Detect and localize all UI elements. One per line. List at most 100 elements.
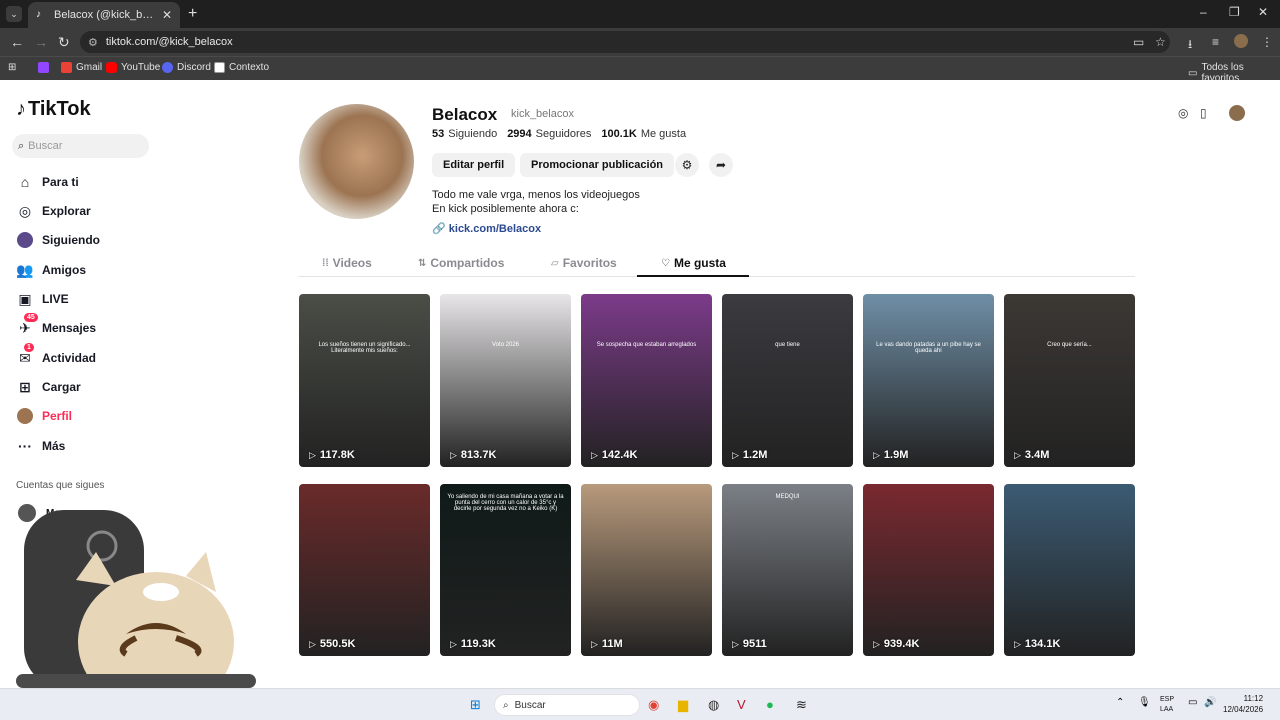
restore-icon[interactable]: ❐ (1229, 5, 1240, 19)
video-card[interactable]: Los sueños tienen un significado... Lite… (299, 294, 430, 467)
video-card[interactable]: Voto 2026 ▷ 813.7K (440, 294, 571, 467)
tray-chevron-icon[interactable]: ⌃ (1116, 697, 1124, 708)
volume-icon[interactable]: 🔊 (1204, 697, 1216, 708)
sidebar-item-cargar[interactable]: ⊞ Cargar (16, 378, 81, 396)
view-count: 3.4M (1024, 449, 1050, 461)
play-icon: ▷ (873, 638, 880, 649)
search-input[interactable]: ⌕ Buscar (12, 134, 149, 158)
video-views: ▷ 9511 (732, 638, 767, 650)
reading-list-icon[interactable]: ≡ (1212, 35, 1219, 49)
video-card[interactable]: ▷ 11M (581, 484, 712, 656)
clock-time: 11:12 (1243, 694, 1264, 703)
forward-icon[interactable]: → (34, 34, 48, 50)
promote-post-button[interactable]: Promocionar publicación (520, 153, 675, 177)
play-icon: ▷ (450, 449, 457, 460)
sidebar-item-live[interactable]: ▣ LIVE (16, 290, 68, 308)
close-window-icon[interactable]: ✕ (1258, 5, 1268, 19)
video-card[interactable]: que tiene ▷ 1.2M (722, 294, 853, 467)
device-icon[interactable]: ▯ (1200, 106, 1207, 120)
sidebar-item-label: Para ti (42, 175, 79, 189)
video-card[interactable]: ▷ 134.1K (1004, 484, 1135, 656)
sidebar-item-siguiendo[interactable]: Siguiendo (16, 231, 100, 249)
bookmark-twitch[interactable] (38, 62, 53, 73)
bookmark-gmail[interactable]: Gmail (61, 62, 102, 73)
tiktok-logo[interactable]: ♪ TikTok (16, 98, 91, 121)
download-icon[interactable]: ⭳ (1188, 35, 1192, 56)
share-icon[interactable]: ➦ (709, 153, 733, 177)
following-icon (16, 231, 34, 249)
chrome-menu-icon[interactable]: ⋮ (1261, 35, 1273, 49)
valorant-icon[interactable]: V (737, 697, 746, 712)
profile-tabs: ⁞⁞ Videos ⇅ Compartidos ▱ Favoritos ♡ Me gus… (299, 250, 1135, 277)
sidebar-item-actividad[interactable]: ✉ 1 Actividad (16, 343, 97, 367)
view-count: 9511 (742, 638, 767, 650)
chrome-icon[interactable]: ◉ (648, 697, 659, 713)
file-explorer-icon[interactable]: ▆ (678, 697, 688, 713)
search-icon: ⌕ (503, 699, 509, 711)
sidebar-item-amigos[interactable]: 👥 Amigos (16, 261, 86, 279)
video-card[interactable]: ▷ 550.5K (299, 484, 430, 656)
followers-stat[interactable]: 2994 Seguidores (507, 128, 591, 140)
profile-bio: Todo me vale vrga, menos los videojuegos… (432, 188, 640, 216)
browser-profile-avatar[interactable] (1234, 34, 1248, 48)
bookmark-discord[interactable]: Discord (162, 62, 211, 73)
tab-label: Favoritos (562, 256, 617, 270)
view-count: 117.8K (319, 449, 355, 461)
activity-badge: 1 (24, 343, 34, 352)
minimize-icon[interactable]: – (1200, 5, 1207, 19)
sidebar-item-explorar[interactable]: ◎ Explorar (16, 202, 91, 220)
microphone-icon[interactable]: 🎙 (1138, 697, 1151, 708)
bookmark-youtube[interactable]: YouTube (106, 62, 160, 73)
address-bar[interactable]: ⚙ tiktok.com/@kick_belacox (80, 31, 1170, 53)
video-card[interactable]: Creo que sería... ▷ 3.4M (1004, 294, 1135, 467)
app-icon[interactable]: ≋ (796, 697, 807, 713)
profile-stats: 53 Siguiendo 2994 Seguidores 100.1K Me gust… (432, 128, 686, 140)
sidebar-item-label: Perfil (42, 409, 73, 423)
reload-icon[interactable]: ↻ (58, 34, 70, 51)
apps-icon[interactable]: ⊞ (8, 62, 16, 73)
video-card[interactable]: ▷ 939.4K (863, 484, 994, 656)
video-card[interactable]: Le vas dando patadas a un pibe hay se qu… (863, 294, 994, 467)
bookmark-contexto[interactable]: Contexto (214, 62, 269, 73)
taskbar-search[interactable]: ⌕ Buscar (494, 694, 640, 716)
site-info-icon[interactable]: ⚙ (88, 36, 98, 49)
video-card[interactable]: MEDQUI ▷ 9511 (722, 484, 853, 656)
browser-tab[interactable]: ♪ Belacox (@kick_belacox) | TikTok ✕ (28, 2, 180, 28)
sidebar-item-perfil[interactable]: Perfil (16, 407, 72, 425)
profile-avatar[interactable] (299, 104, 414, 219)
friends-icon: 👥 (16, 261, 34, 278)
tab-videos[interactable]: ⁞⁞ Videos (322, 256, 372, 270)
edit-profile-button[interactable]: Editar perfil (432, 153, 516, 177)
tab-me-gusta[interactable]: ♡ Me gusta (661, 256, 726, 270)
coin-icon[interactable]: ◎ (1178, 106, 1188, 120)
bookmark-star-icon[interactable]: ☆ (1155, 35, 1166, 49)
profile-link[interactable]: 🔗 kick.com/Belacox (432, 222, 541, 235)
new-tab-icon[interactable]: + (188, 5, 197, 23)
video-card[interactable]: Yo saliendo de mi casa mañana a votar a … (440, 484, 571, 656)
system-clock[interactable]: 11:12 12/04/2026 (1223, 693, 1263, 715)
sidebar-item-mensajes[interactable]: ✈ 45 Mensajes (16, 313, 96, 337)
sidebar-item-label: Actividad (42, 351, 97, 365)
cast-icon[interactable]: ▭ (1133, 35, 1144, 49)
grid-icon: ⁞⁞ (322, 257, 329, 269)
network-icon[interactable]: ▭ (1188, 697, 1197, 708)
settings-gear-icon[interactable]: ⚙ (675, 153, 699, 177)
messages-badge: 45 (24, 313, 38, 322)
start-icon[interactable]: ⊞ (470, 697, 481, 713)
video-card[interactable]: Se sospecha que estaban arreglados ▷ 142.4… (581, 294, 712, 467)
tab-search-icon[interactable]: ⌄ (6, 6, 22, 22)
following-stat[interactable]: 53 Siguiendo (432, 128, 497, 140)
spotify-icon[interactable]: ● (766, 697, 774, 712)
browser-toolbar: ← → ↻ ⚙ tiktok.com/@kick_belacox ▭ ☆ ⭳ ≡… (0, 28, 1280, 56)
back-icon[interactable]: ← (10, 34, 24, 50)
language-indicator[interactable]: ESP LAA (1160, 695, 1174, 715)
tab-favoritos[interactable]: ▱ Favoritos (551, 256, 617, 270)
bookmark-label: Discord (177, 62, 211, 73)
sidebar-item-para-ti[interactable]: ⌂ Para ti (16, 173, 79, 191)
obs-icon[interactable]: ◍ (708, 697, 719, 713)
video-views: ▷ 939.4K (873, 638, 919, 650)
user-avatar[interactable] (1229, 105, 1245, 121)
tab-compartidos[interactable]: ⇅ Compartidos (418, 256, 504, 270)
close-tab-icon[interactable]: ✕ (162, 8, 172, 22)
sidebar-item-mas[interactable]: ··· Más (16, 437, 65, 455)
